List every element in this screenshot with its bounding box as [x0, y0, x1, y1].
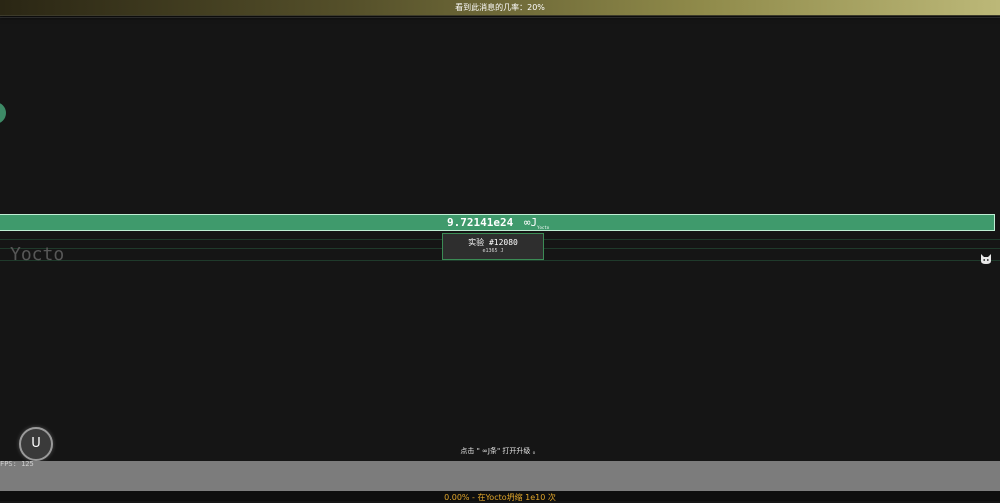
upgrade-button[interactable]: U [19, 427, 53, 461]
energy-unit-sub: Yocto [537, 225, 550, 230]
fps-counter: FPS: 125 [0, 460, 34, 468]
cat-icon[interactable] [980, 253, 992, 265]
scale-label: Yocto [10, 244, 65, 265]
status-text: 0.00% - 在Yocto坍缩 1e10 次 [444, 493, 556, 502]
energy-value: 9.72141e24 [447, 216, 514, 229]
banner-message: 看到此消息的几率：20% [455, 3, 545, 12]
research-cost: e1365 J [482, 248, 504, 254]
energy-readout[interactable]: 9.72141e24 ∞JYocto [447, 214, 549, 231]
bottom-panel [0, 461, 1000, 491]
side-panel-toggle[interactable] [0, 102, 6, 124]
research-title: 实验 #12080 [468, 238, 518, 247]
energy-unit: ∞J [523, 216, 538, 229]
hint-text: 点击 " ∞J条" 打开升级 。 [460, 447, 540, 455]
research-card[interactable]: 实验 #12080 e1365 J [442, 233, 544, 260]
row-line-bottom [0, 260, 1000, 261]
top-divider [0, 17, 1000, 18]
